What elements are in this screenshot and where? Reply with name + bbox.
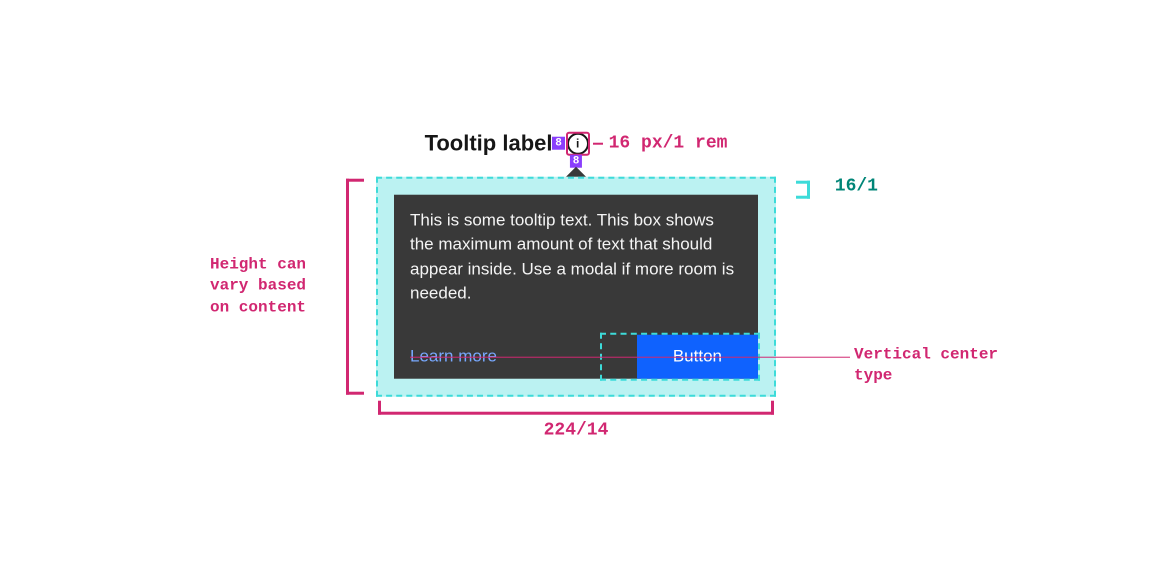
icon-size-annotation: 16 px/1 rem [609,133,728,153]
tooltip-body: This is some tooltip text. This box show… [410,208,742,307]
tooltip-footer: Learn more Button Vertical center type [394,335,758,379]
tooltip-panel-outline: Height can vary based on content 16/1 Th… [376,176,776,397]
info-icon: i [567,132,589,154]
centerline-annotation: Vertical center type [854,345,1014,387]
tooltip-panel: This is some tooltip text. This box show… [394,194,758,379]
height-bracket [346,178,364,395]
spacer-badge-h: 8 [552,137,564,150]
leader-line [593,142,603,144]
tooltip-caret [566,166,586,176]
centerline [410,357,850,358]
padding-annotation: 16/1 [835,176,878,196]
width-annotation: 224/14 [378,421,774,441]
tooltip-spec-diagram: Tooltip label 8 i 16 px/1 rem 8 Height c… [376,176,776,397]
tooltip-label-row: Tooltip label 8 i 16 px/1 rem [376,130,776,156]
height-annotation: Height can vary based on content [210,254,330,319]
tooltip-label: Tooltip label [425,130,553,156]
width-bracket [378,401,774,415]
padding-bracket [796,180,810,198]
